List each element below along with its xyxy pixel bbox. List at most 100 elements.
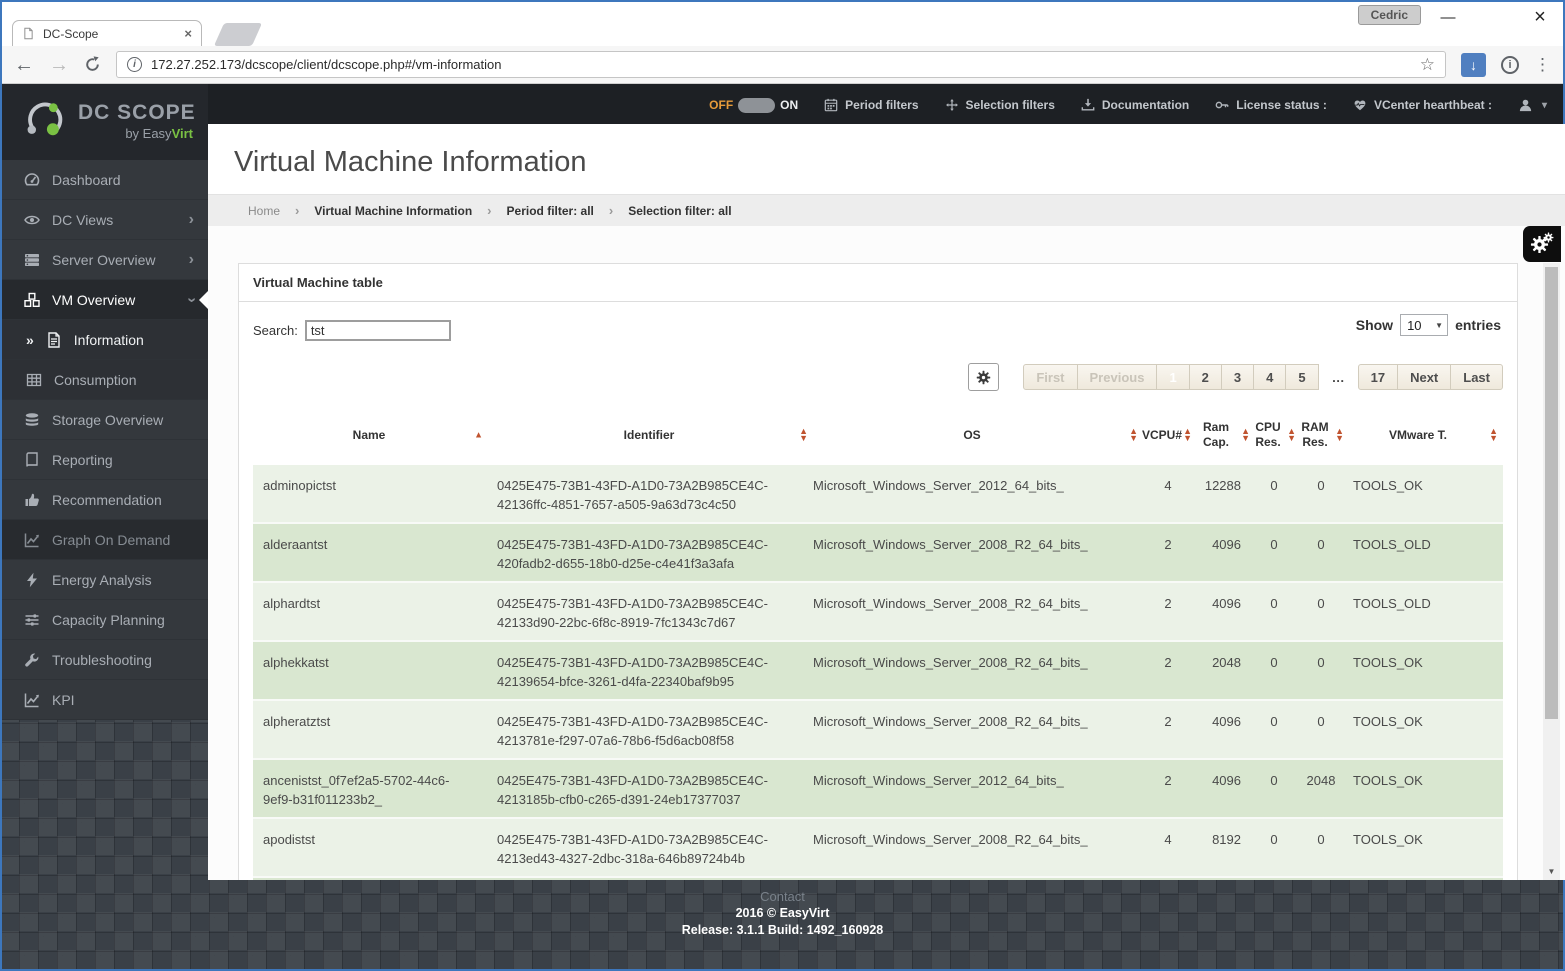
sidebar-item[interactable]: Dashboard [2,160,208,200]
pagination-page-button[interactable]: 3 [1221,364,1254,390]
address-bar[interactable]: i 172.27.252.173/dcscope/client/dcscope.… [116,51,1446,78]
page-size-select[interactable]: 10 ▼ [1400,314,1448,336]
app-logo[interactable]: DC SCOPE by EasyVirt [2,84,208,160]
back-icon[interactable]: ← [14,55,34,75]
table-row[interactable]: alphardtst 0425E475-73B1-43FD-A1D0-73A2B… [253,583,1503,642]
table-row[interactable]: alphekkatst 0425E475-73B1-43FD-A1D0-73A2… [253,642,1503,701]
bookmark-star-icon[interactable]: ☆ [1420,55,1435,75]
sidebar-item[interactable]: Consumption [2,360,208,400]
sidebar-item[interactable]: Troubleshooting [2,640,208,680]
sort-both-icon: ▲▼ [1241,428,1250,442]
sidebar-item[interactable]: Recommendation [2,480,208,520]
filters-toggle[interactable]: OFF ON [709,98,798,113]
table-row[interactable]: adminopictst 0425E475-73B1-43FD-A1D0-73A… [253,465,1503,524]
documentation-button[interactable]: Documentation [1081,98,1189,112]
column-header-identifier[interactable]: Identifier ▲▼ [497,405,813,465]
period-filters-button[interactable]: Period filters [824,98,918,112]
sidebar-item[interactable]: KPI [2,680,208,720]
download-extension-icon[interactable]: ↓ [1461,53,1486,77]
sidebar-item[interactable]: » Information [2,320,208,360]
sort-both-icon: ▲▼ [1183,428,1192,442]
sidebar-item[interactable]: Storage Overview [2,400,208,440]
sidebar-item-icon [24,212,40,228]
column-header-name[interactable]: Name ▲ [253,405,497,465]
cell-os: Microsoft_Windows_Server_2008_R2_64_bits… [813,583,1143,640]
toggle-switch[interactable] [738,98,775,113]
cell-vmware-tools: TOOLS_OLD [1345,583,1503,640]
sidebar-item[interactable]: Reporting [2,440,208,480]
footer-release: Release: 3.1.1 Build: 1492_160928 [682,922,884,939]
cell-identifier: 0425E475-73B1-43FD-A1D0-73A2B985CE4C-421… [497,760,813,817]
extension-circle-icon[interactable]: i [1501,56,1519,74]
show-entries: Show 10 ▼ entries [1356,314,1501,336]
table-row[interactable]: apodistst 0425E475-73B1-43FD-A1D0-73A2B9… [253,819,1503,878]
column-header-ram-cap[interactable]: Ram Cap. ▲▼ [1193,405,1251,465]
license-status[interactable]: License status : [1215,98,1327,112]
search-input[interactable] [305,320,451,341]
sidebar-item[interactable]: DC Views › [2,200,208,240]
page-info-icon[interactable]: i [127,57,142,72]
app-footer: Contact 2016 © EasyVirt Release: 3.1.1 B… [2,880,1563,969]
column-header-vcpu[interactable]: VCPU# ▲▼ [1143,405,1193,465]
cell-vmware-tools: TOOLS_OLD [1345,524,1503,581]
footer-contact-link[interactable]: Contact [760,888,805,905]
cell-ram-res: 2048 [1297,760,1345,817]
selection-filters-label: Selection filters [966,98,1055,112]
pagination-last-page-button[interactable]: 17 [1358,364,1398,390]
pagination-last-button[interactable]: Last [1450,364,1503,390]
browser-menu-icon[interactable]: ⋮ [1534,55,1551,75]
column-header-vmware-tools[interactable]: VMware T. ▲▼ [1345,405,1503,465]
cell-vcpu: 2 [1143,760,1193,817]
sidebar-item[interactable]: Server Overview › [2,240,208,280]
cell-os: Microsoft_Windows_Server_2012_64_bits_ [813,760,1143,817]
vcenter-heartbeat[interactable]: VCenter hearthbeat : [1353,98,1492,112]
sidebar-item[interactable]: Capacity Planning [2,600,208,640]
column-header-ram-res[interactable]: RAM Res. ▲▼ [1297,405,1345,465]
table-row[interactable]: ancenistst_0f7ef2a5-5702-44c6-9ef9-b31f0… [253,760,1503,819]
sidebar-item-label: VM Overview [52,292,177,308]
window-maximize-button[interactable] [1471,2,1517,32]
new-tab-button[interactable] [214,23,262,46]
window-minimize-button[interactable]: — [1425,2,1471,32]
pagination-page-button[interactable]: 5 [1285,364,1318,390]
forward-icon[interactable]: → [49,55,69,75]
pagination-page-button[interactable]: 4 [1253,364,1286,390]
sidebar-item[interactable]: Graph On Demand [2,520,208,560]
url-text[interactable]: 172.27.252.173/dcscope/client/dcscope.ph… [151,57,1411,72]
cell-cpu-res: 0 [1251,642,1297,699]
browser-titlebar: DC-Scope × Cedric — × [2,2,1563,46]
sidebar-item[interactable]: VM Overview › [2,280,208,320]
column-header-os[interactable]: OS ▲▼ [813,405,1143,465]
selection-filters-button[interactable]: Selection filters [945,98,1055,112]
sidebar-item[interactable]: Energy Analysis [2,560,208,600]
pagination-page-button[interactable]: 1 [1156,364,1189,390]
window-close-button[interactable]: × [1517,2,1563,32]
cell-vmware-tools: TOOLS_OK [1345,701,1503,758]
cell-ram-cap: 4096 [1193,760,1251,817]
sidebar-item-icon [24,652,40,668]
scrollbar-thumb[interactable] [1545,267,1558,719]
table-row[interactable]: alpheratztst 0425E475-73B1-43FD-A1D0-73A… [253,701,1503,760]
scrollbar-down-icon[interactable]: ▼ [1543,867,1560,876]
pagination: First Previous 1 2 3 4 5 … 1 [253,363,1503,391]
column-header-cpu-res[interactable]: CPU Res. ▲▼ [1251,405,1297,465]
browser-tab[interactable]: DC-Scope × [12,20,202,46]
cell-ram-cap: 12288 [1193,465,1251,522]
pagination-next-button[interactable]: Next [1397,364,1451,390]
tab-close-icon[interactable]: × [184,26,192,41]
user-menu[interactable]: ▾ [1518,98,1547,113]
sidebar-item-label: Recommendation [52,492,194,508]
sidebar-item-label: KPI [52,692,194,708]
breadcrumb-home[interactable]: Home [248,204,280,218]
pagination-page-button[interactable]: 2 [1189,364,1222,390]
content-scrollbar[interactable]: ▼ [1543,263,1560,880]
table-row[interactable]: alderaantst 0425E475-73B1-43FD-A1D0-73A2… [253,524,1503,583]
cell-name: ancenistst_0f7ef2a5-5702-44c6-9ef9-b31f0… [253,760,497,817]
table-settings-button[interactable] [968,363,999,391]
cell-vmware-tools: TOOLS_OK [1345,819,1503,876]
settings-flyout-button[interactable] [1523,226,1561,262]
browser-profile-badge[interactable]: Cedric [1358,5,1421,25]
reload-icon[interactable] [84,56,101,73]
gear-icon [976,370,991,385]
sidebar-item-label: DC Views [52,212,177,228]
